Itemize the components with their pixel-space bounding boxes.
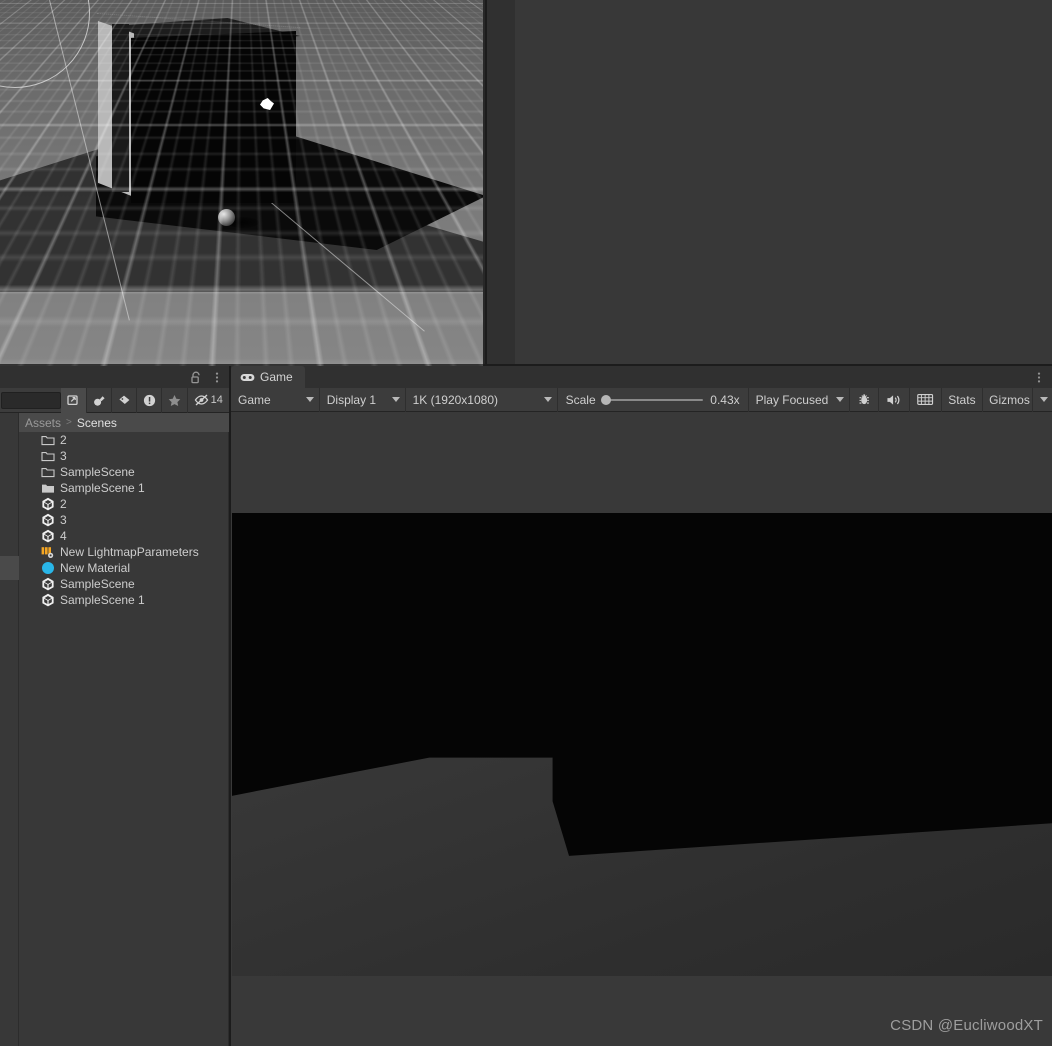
chevron-down-icon bbox=[392, 397, 400, 402]
material-sphere-icon bbox=[41, 561, 55, 575]
filter-warning-icon[interactable] bbox=[136, 388, 161, 413]
scene-box-front-face bbox=[131, 31, 296, 203]
scale-value: 0.43x bbox=[710, 393, 740, 407]
unity-scene-icon bbox=[41, 497, 55, 511]
inspector-panel bbox=[485, 0, 1052, 366]
asset-label: SampleScene bbox=[60, 577, 135, 591]
unity-editor-window: 14 Assets > Scenes 2 3 SampleScene SampleSc… bbox=[0, 0, 1052, 1046]
scene-sphere-object[interactable] bbox=[218, 209, 235, 226]
asset-label: New LightmapParameters bbox=[60, 545, 199, 559]
lock-open-icon[interactable] bbox=[190, 371, 202, 384]
play-mode-label: Play Focused bbox=[756, 393, 829, 407]
asset-label: SampleScene 1 bbox=[60, 481, 145, 495]
chevron-down-icon bbox=[544, 397, 552, 402]
hidden-assets-count[interactable]: 14 bbox=[187, 388, 230, 413]
stats-button[interactable]: Stats bbox=[942, 388, 983, 412]
scale-label: Scale bbox=[566, 393, 596, 407]
game-toolbar: Game Display 1 1K (1920x1080) Scale 0.43… bbox=[231, 388, 1052, 412]
asset-row[interactable]: 2 bbox=[19, 432, 228, 448]
breadcrumb-current[interactable]: Scenes bbox=[77, 416, 117, 430]
asset-label: 2 bbox=[60, 433, 67, 447]
view-mode-dropdown[interactable]: Game bbox=[231, 388, 320, 412]
asset-label: New Material bbox=[60, 561, 130, 575]
game-tabbar: Game bbox=[231, 366, 1052, 388]
filter-type-icon[interactable] bbox=[86, 388, 111, 413]
asset-list[interactable]: 2 3 SampleScene SampleScene 1 2 3 4 New Lightma… bbox=[19, 432, 229, 1046]
asset-row[interactable]: SampleScene bbox=[19, 576, 228, 592]
unity-scene-icon bbox=[41, 577, 55, 591]
resolution-dropdown[interactable]: 1K (1920x1080) bbox=[406, 388, 558, 412]
folder-empty-icon bbox=[41, 433, 55, 447]
play-mode-dropdown[interactable]: Play Focused bbox=[749, 388, 850, 412]
gizmos-dropdown[interactable] bbox=[1032, 388, 1052, 412]
tab-game-label: Game bbox=[260, 370, 293, 384]
mute-audio-icon[interactable] bbox=[879, 388, 910, 412]
scale-slider-knob[interactable] bbox=[601, 395, 611, 405]
project-titlebar bbox=[0, 366, 229, 388]
chevron-down-icon bbox=[306, 397, 314, 402]
scene-view[interactable] bbox=[0, 0, 483, 366]
resolution-label: 1K (1920x1080) bbox=[413, 393, 498, 407]
display-label: Display 1 bbox=[327, 393, 376, 407]
asset-row[interactable]: 2 bbox=[19, 496, 228, 512]
project-tree-highlight bbox=[0, 556, 19, 580]
watermark: CSDN @EucliwoodXT bbox=[890, 1017, 1043, 1034]
debug-bug-icon[interactable] bbox=[850, 388, 879, 412]
game-panel: Game Game Display 1 1K (1920x1080) Scale… bbox=[229, 366, 1052, 1046]
gizmos-button[interactable]: Gizmos bbox=[983, 388, 1032, 412]
gamepad-icon bbox=[240, 372, 255, 383]
chevron-down-icon bbox=[1040, 397, 1048, 402]
view-mode-label: Game bbox=[238, 393, 271, 407]
expand-search-icon[interactable] bbox=[61, 388, 86, 413]
breadcrumb: Assets > Scenes bbox=[19, 413, 229, 432]
game-render-view[interactable] bbox=[232, 513, 1052, 976]
scene-box-left-inner bbox=[112, 24, 129, 192]
folder-empty-icon bbox=[41, 449, 55, 463]
project-toolbar: 14 bbox=[0, 388, 229, 413]
asset-row[interactable]: SampleScene 1 bbox=[19, 592, 228, 608]
inspector-content bbox=[515, 0, 1052, 366]
asset-label: 3 bbox=[60, 513, 67, 527]
breadcrumb-separator: > bbox=[66, 417, 72, 428]
project-tree-rail[interactable] bbox=[0, 413, 19, 1046]
asset-label: 2 bbox=[60, 497, 67, 511]
unity-scene-icon bbox=[41, 593, 55, 607]
tab-game[interactable]: Game bbox=[231, 366, 305, 388]
folder-empty-icon bbox=[41, 465, 55, 479]
hidden-count-label: 14 bbox=[211, 394, 223, 406]
scale-slider-group: Scale 0.43x bbox=[558, 388, 749, 412]
asset-row[interactable]: New Material bbox=[19, 560, 228, 576]
asset-label: 3 bbox=[60, 449, 67, 463]
asset-row[interactable]: 3 bbox=[19, 512, 228, 528]
unity-scene-icon bbox=[41, 529, 55, 543]
stats-label: Stats bbox=[948, 393, 975, 407]
asset-row[interactable]: 4 bbox=[19, 528, 228, 544]
unity-scene-icon bbox=[41, 513, 55, 527]
gizmos-label: Gizmos bbox=[989, 393, 1030, 407]
folder-filled-icon bbox=[41, 481, 55, 495]
chevron-down-icon bbox=[836, 397, 844, 402]
display-dropdown[interactable]: Display 1 bbox=[320, 388, 406, 412]
project-panel: 14 Assets > Scenes 2 3 SampleScene SampleSc… bbox=[0, 366, 229, 1046]
asset-row[interactable]: SampleScene 1 bbox=[19, 480, 228, 496]
search-input[interactable] bbox=[1, 392, 61, 409]
kebab-menu-icon[interactable] bbox=[1033, 371, 1045, 384]
asset-label: SampleScene 1 bbox=[60, 593, 145, 607]
asset-row[interactable]: 3 bbox=[19, 448, 228, 464]
game-render-container: CSDN @EucliwoodXT bbox=[231, 412, 1052, 1046]
filter-label-icon[interactable] bbox=[111, 388, 136, 413]
asset-label: SampleScene bbox=[60, 465, 135, 479]
eye-hidden-icon bbox=[194, 393, 209, 407]
kebab-menu-icon[interactable] bbox=[211, 371, 223, 384]
breadcrumb-root[interactable]: Assets bbox=[25, 416, 61, 430]
asset-row[interactable]: New LightmapParameters bbox=[19, 544, 228, 560]
asset-row[interactable]: SampleScene bbox=[19, 464, 228, 480]
inspector-gutter bbox=[487, 0, 515, 366]
asset-label: 4 bbox=[60, 529, 67, 543]
scale-slider[interactable] bbox=[603, 399, 703, 401]
frame-debugger-icon[interactable] bbox=[910, 388, 941, 412]
lightmap-parameters-icon bbox=[41, 545, 55, 559]
favorites-star-icon[interactable] bbox=[161, 388, 186, 413]
